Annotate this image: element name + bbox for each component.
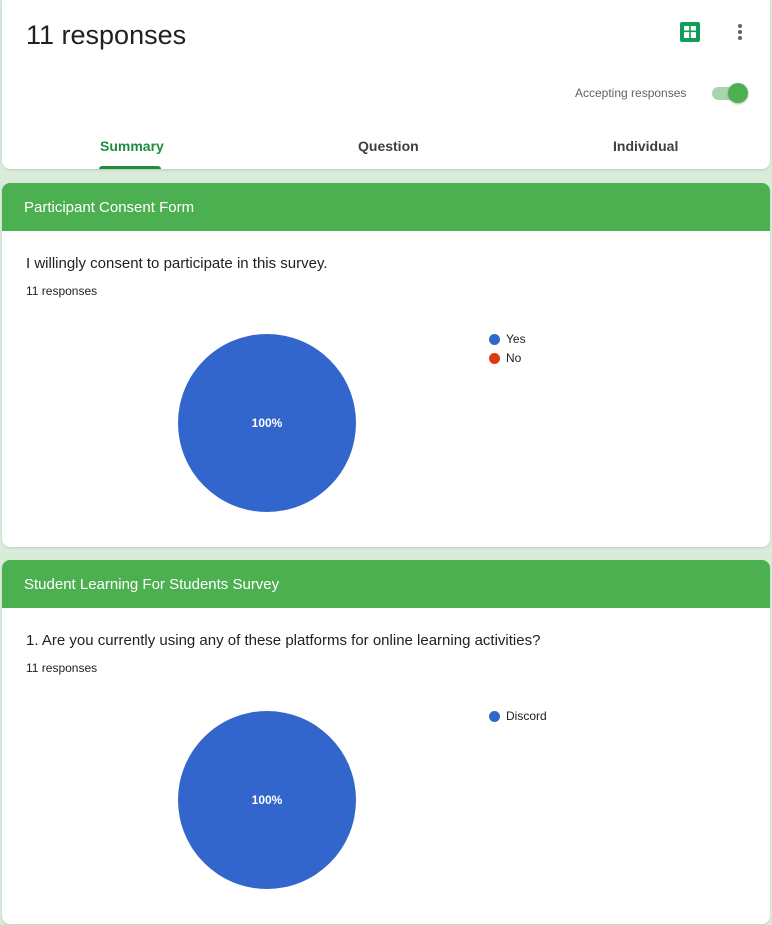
legend-label: No <box>506 351 522 365</box>
section-header: Student Learning For Students Survey <box>2 560 770 608</box>
response-count: 11 responses <box>26 661 98 675</box>
pie-chart: 100% <box>178 711 356 889</box>
accepting-responses-label: Accepting responses <box>575 86 687 100</box>
tab-individual[interactable]: Individual <box>613 138 678 154</box>
section-header: Participant Consent Form <box>2 183 770 231</box>
legend-dot <box>489 334 500 345</box>
pie-slice-label: 100% <box>252 793 283 807</box>
pie-chart: 100% <box>178 334 356 512</box>
section-card: Participant Consent Form I willingly con… <box>2 183 770 547</box>
accepting-responses-toggle[interactable] <box>710 82 750 104</box>
response-count: 11 responses <box>26 284 98 298</box>
question-title: I willingly consent to participate in th… <box>26 255 328 272</box>
legend-label: Discord <box>506 709 547 723</box>
more-vert-icon[interactable] <box>728 20 752 44</box>
legend-dot <box>489 711 500 722</box>
legend-label: Yes <box>506 332 526 346</box>
google-sheets-icon[interactable] <box>680 22 700 42</box>
section-title: Participant Consent Form <box>24 199 195 216</box>
pie-slice-label: 100% <box>252 416 283 430</box>
tab-summary[interactable]: Summary <box>100 138 164 154</box>
active-tab-indicator <box>99 166 161 169</box>
tab-question[interactable]: Question <box>358 138 419 154</box>
toggle-knob <box>728 83 748 103</box>
page-title: 11 responses <box>26 20 187 50</box>
responses-header-card: 11 responses Accepting responses Summary… <box>2 0 770 169</box>
section-title: Student Learning For Students Survey <box>24 576 280 593</box>
question-title: 1. Are you currently using any of these … <box>26 632 541 649</box>
section-card: Student Learning For Students Survey 1. … <box>2 560 770 924</box>
legend-dot <box>489 353 500 364</box>
